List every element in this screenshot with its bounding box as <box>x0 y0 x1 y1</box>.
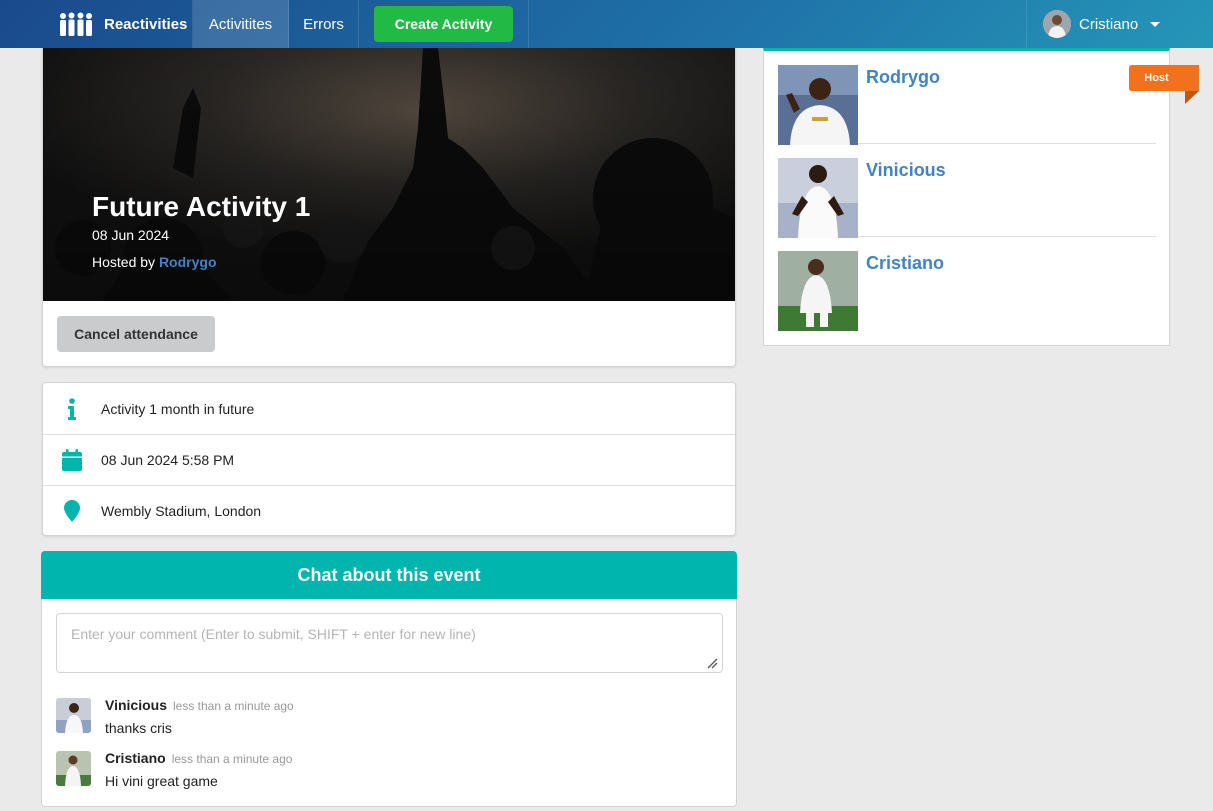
attendee-item: Vinicious <box>778 144 1156 238</box>
description-row: Activity 1 month in future <box>43 383 735 434</box>
comment-text: thanks cris <box>105 720 172 736</box>
comment-time: less than a minute ago <box>171 752 293 766</box>
attendees-panel: Rodrygo Host Vinicious Cristiano <box>763 48 1199 346</box>
nav-errors-label: Errors <box>303 15 344 33</box>
brand-link[interactable]: Reactivities <box>43 0 193 48</box>
users-icon <box>60 12 92 36</box>
activity-description: Activity 1 month in future <box>101 400 255 417</box>
info-icon <box>43 397 101 420</box>
comment-author[interactable]: Cristiano <box>105 750 166 766</box>
comment-item: Cristiano less than a minute ago Hi vini … <box>56 750 292 789</box>
map-marker-icon <box>43 500 101 522</box>
attendee-photo <box>778 158 858 238</box>
user-menu[interactable]: Cristiano <box>1026 0 1213 48</box>
comment-input[interactable]: Enter your comment (Enter to submit, SHI… <box>56 613 723 673</box>
hosted-by-label: Hosted by <box>92 254 156 270</box>
attendee-photo <box>778 65 858 145</box>
caret-down-icon <box>1150 21 1161 27</box>
nav-activities[interactable]: Activitites <box>193 0 289 48</box>
hero-text: Future Activity 1 08 Jun 2024 Hosted by … <box>92 190 310 270</box>
activity-venue: Wembly Stadium, London <box>101 503 262 519</box>
date-row: 08 Jun 2024 5:58 PM <box>43 434 735 485</box>
avatar[interactable] <box>56 751 91 786</box>
resize-icon[interactable] <box>707 658 718 669</box>
create-activity-button[interactable]: Create Activity <box>373 6 514 42</box>
top-navbar: Reactivities Activitites Errors Create A… <box>0 0 1213 48</box>
host-ribbon: Host <box>1129 65 1199 110</box>
attendee-name[interactable]: Vinicious <box>866 160 946 181</box>
user-name: Cristiano <box>1079 15 1139 33</box>
activity-info-card: Activity 1 month in future 08 Jun 2024 5… <box>42 382 736 536</box>
attendee-item: Cristiano <box>778 237 1156 331</box>
host-link[interactable]: Rodrygo <box>159 254 217 270</box>
attendee-name[interactable]: Rodrygo <box>866 67 940 88</box>
comment-item: Vinicious less than a minute ago thanks c… <box>56 697 294 736</box>
chat-panel: Enter your comment (Enter to submit, SHI… <box>41 599 737 807</box>
avatar[interactable] <box>56 698 91 733</box>
hosted-by: Hosted by Rodrygo <box>92 254 310 270</box>
activity-image: Future Activity 1 08 Jun 2024 Hosted by … <box>43 48 735 301</box>
venue-row: Wembly Stadium, London <box>43 485 735 536</box>
cancel-attendance-button[interactable]: Cancel attendance <box>57 316 215 352</box>
avatar <box>1043 10 1071 38</box>
activity-date: 08 Jun 2024 <box>92 227 170 243</box>
nav-errors[interactable]: Errors <box>289 0 359 48</box>
activity-title: Future Activity 1 <box>92 191 311 222</box>
activity-header-card: Future Activity 1 08 Jun 2024 Hosted by … <box>42 48 736 367</box>
activity-datetime: 08 Jun 2024 5:58 PM <box>101 452 235 468</box>
attendee-name[interactable]: Cristiano <box>866 253 944 274</box>
comment-time: less than a minute ago <box>172 699 294 713</box>
brand-label: Reactivities <box>104 15 188 33</box>
calendar-icon <box>43 449 101 471</box>
attendee-item: Rodrygo Host <box>778 51 1199 145</box>
attendee-photo <box>778 251 858 331</box>
nav-create-item: Create Activity <box>359 0 529 48</box>
host-label: Host <box>1144 72 1169 84</box>
comment-author[interactable]: Vinicious <box>105 697 167 713</box>
chat-header: Chat about this event <box>41 551 737 599</box>
nav-activities-label: Activitites <box>208 15 273 33</box>
comment-text: Hi vini great game <box>105 773 218 789</box>
